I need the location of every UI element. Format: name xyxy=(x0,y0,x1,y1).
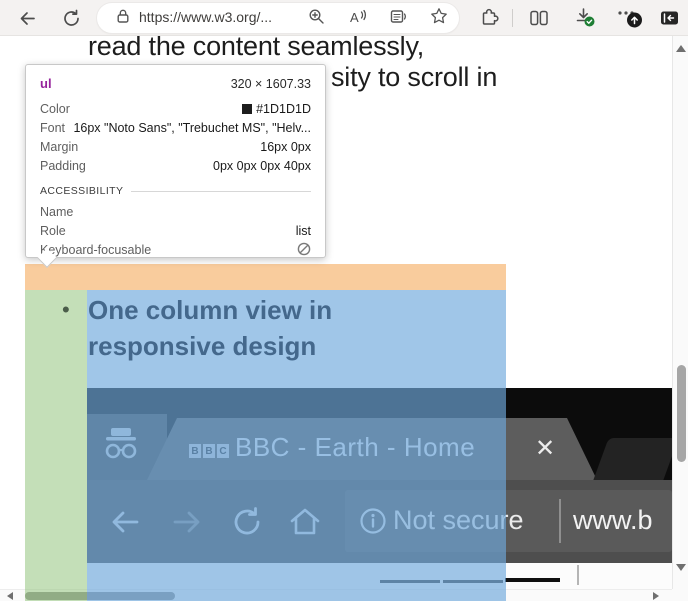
tooltip-row-label: Name xyxy=(40,203,73,222)
devtools-padding-overlay xyxy=(25,290,87,601)
color-swatch xyxy=(242,104,252,114)
tooltip-row-value: 16px "Noto Sans", "Trebuchet MS", "Helv.… xyxy=(73,119,311,138)
more-ellipsis-icon xyxy=(615,5,645,31)
devtools-margin-overlay xyxy=(25,264,506,290)
vertical-scrollbar[interactable] xyxy=(672,36,688,589)
section-divider-line xyxy=(131,191,311,192)
settings-more-button[interactable] xyxy=(614,5,646,31)
scroll-down-arrow[interactable] xyxy=(676,564,686,571)
zoom-level-button[interactable] xyxy=(305,5,327,27)
vertical-scrollbar-thumb[interactable] xyxy=(677,365,686,462)
tooltip-row-value xyxy=(297,241,311,260)
bbc-content-line xyxy=(505,578,560,582)
immersive-reader-button[interactable] xyxy=(388,5,410,27)
download-icon xyxy=(573,6,597,30)
lock-icon xyxy=(115,8,131,24)
devtools-element-tooltip: ul 320 × 1607.33 Color #1D1D1D Font 16px… xyxy=(25,64,326,258)
sidebar-panel-icon xyxy=(659,9,680,27)
list-item-heading: One column view in responsive design xyxy=(88,292,473,364)
split-screen-icon xyxy=(529,9,549,27)
tooltip-row-value: 16px 0px xyxy=(260,138,311,157)
immersive-reader-icon xyxy=(390,8,408,25)
element-tag: ul xyxy=(40,75,52,93)
tooltip-row-value: 0px 0px 0px 40px xyxy=(213,157,311,176)
tooltip-row-value: #1D1D1D xyxy=(242,100,311,119)
browser-toolbar: https://www.w3.org/... A xyxy=(0,0,688,36)
tooltip-row-label: Padding xyxy=(40,157,86,176)
bbc-close-tab-icon: ✕ xyxy=(535,434,555,463)
scroll-up-arrow[interactable] xyxy=(676,45,686,52)
bbc-url-fragment: www.b xyxy=(573,505,653,536)
extensions-button[interactable] xyxy=(476,5,502,31)
list-bullet: • xyxy=(62,297,70,323)
paragraph-line-2-fragment: sity to scroll in xyxy=(331,62,497,93)
site-security-lock-button[interactable] xyxy=(112,5,134,27)
back-arrow-icon xyxy=(18,9,37,28)
tooltip-row-label: Role xyxy=(40,222,66,241)
extensions-puzzle-icon xyxy=(479,8,499,28)
read-aloud-icon: A xyxy=(349,8,368,25)
url-text[interactable]: https://www.w3.org/... xyxy=(139,9,272,25)
sidebar-toggle-button[interactable] xyxy=(656,5,682,31)
downloads-button[interactable] xyxy=(572,5,598,31)
svg-text:A: A xyxy=(350,10,359,25)
browser-window: https://www.w3.org/... A read the xyxy=(0,0,688,601)
tooltip-row-label: Color xyxy=(40,100,70,119)
refresh-button[interactable] xyxy=(58,5,84,31)
bbc-content-divider xyxy=(577,565,579,585)
read-aloud-button[interactable]: A xyxy=(347,5,369,27)
bbc-url-divider xyxy=(559,499,561,543)
accessibility-section-label: ACCESSIBILITY xyxy=(40,185,123,197)
toolbar-divider xyxy=(512,9,513,27)
refresh-icon xyxy=(62,9,81,28)
not-focusable-icon xyxy=(297,242,311,256)
scrollbar-corner xyxy=(672,589,688,601)
tooltip-row-value: list xyxy=(296,222,311,241)
bbc-background-tab xyxy=(593,438,672,480)
tooltip-row-label: Font xyxy=(40,119,65,138)
element-dimensions: 320 × 1607.33 xyxy=(231,75,311,93)
scroll-right-arrow[interactable] xyxy=(653,592,659,600)
back-button[interactable] xyxy=(14,5,40,31)
scroll-left-arrow[interactable] xyxy=(7,592,13,600)
magnifier-plus-icon xyxy=(308,8,325,25)
tooltip-row-label: Margin xyxy=(40,138,78,157)
star-icon xyxy=(430,7,448,25)
split-screen-button[interactable] xyxy=(526,5,552,31)
favorites-button[interactable] xyxy=(428,5,450,27)
